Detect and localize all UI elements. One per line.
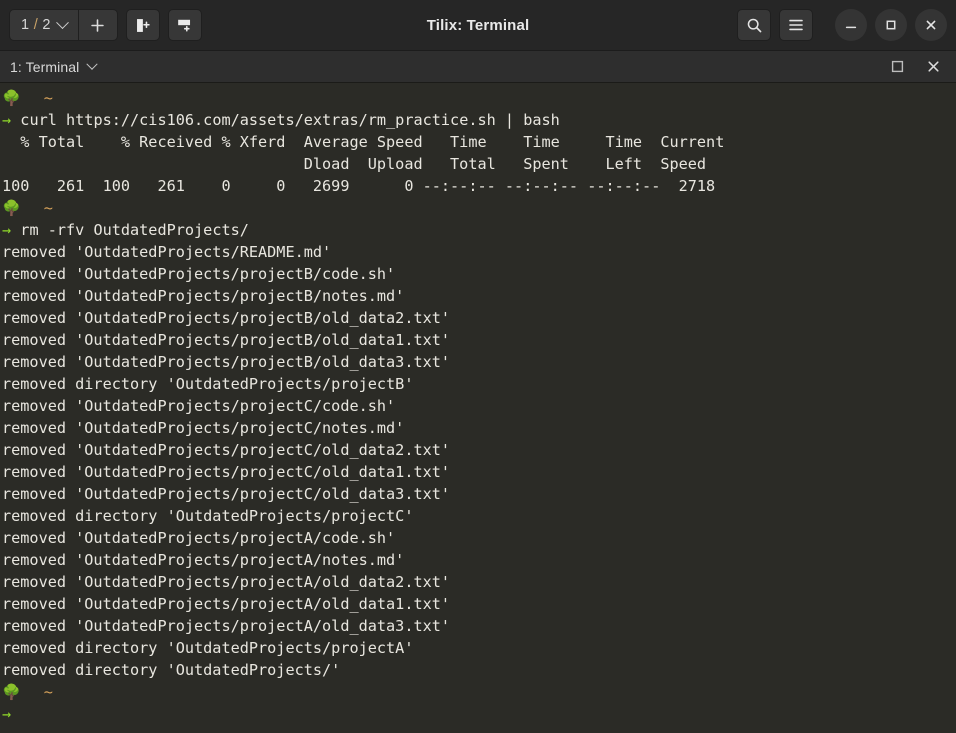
titlebar-right-controls: [737, 9, 947, 41]
maximize-icon: [886, 20, 896, 30]
output-line: removed 'OutdatedProjects/README.md': [2, 243, 332, 261]
prompt-arrow-icon: →: [2, 111, 21, 129]
command-line: →: [2, 703, 956, 725]
output-line: Dload Upload Total Spent Left Speed: [2, 155, 707, 173]
output-line: removed 'OutdatedProjects/projectA/code.…: [2, 529, 396, 547]
session-selector-button[interactable]: 1 / 2: [10, 10, 79, 40]
add-terminal-right-button[interactable]: [125, 9, 160, 41]
prompt-directory: ~: [43, 199, 53, 217]
hamburger-menu-icon: [789, 19, 803, 31]
output-line: removed directory 'OutdatedProjects/proj…: [2, 375, 414, 393]
search-icon: [747, 18, 761, 32]
output-line: % Total % Received % Xferd Average Speed…: [2, 133, 725, 151]
prompt-arrow-icon: →: [2, 705, 21, 723]
output-line: removed 'OutdatedProjects/projectC/notes…: [2, 419, 405, 437]
minimize-button[interactable]: [835, 9, 867, 41]
add-terminal-down-button[interactable]: [167, 9, 202, 41]
output-line: removed 'OutdatedProjects/projectB/old_d…: [2, 309, 451, 327]
chevron-down-icon: [55, 15, 69, 29]
output-line: removed directory 'OutdatedProjects/proj…: [2, 507, 414, 525]
tree-icon: 🌳: [2, 682, 21, 701]
plus-icon: [91, 18, 104, 32]
output-line: removed 'OutdatedProjects/projectB/notes…: [2, 287, 405, 305]
maximize-pane-button[interactable]: [888, 58, 906, 76]
close-icon: [926, 20, 936, 30]
prompt-header-line: 🌳 ~: [2, 681, 956, 703]
session-counter: 1 / 2: [21, 17, 51, 33]
terminal-pane-title: 1: Terminal: [10, 58, 80, 75]
output-line: removed directory 'OutdatedProjects/proj…: [2, 639, 414, 657]
output-line: removed 'OutdatedProjects/projectB/old_d…: [2, 353, 451, 371]
prompt-directory: ~: [43, 89, 53, 107]
tilix-window: 1 / 2 Tilix: Terminal 1: Terminal 🌳 ~ → …: [0, 0, 956, 733]
output-line: removed 'OutdatedProjects/projectA/old_d…: [2, 595, 451, 613]
window-titlebar: 1 / 2 Tilix: Terminal: [0, 0, 956, 51]
prompt-header-line: 🌳 ~: [2, 197, 956, 219]
minimize-icon: [845, 26, 857, 29]
terminal-pane-titlebar: 1: Terminal: [0, 51, 956, 83]
maximize-button[interactable]: [875, 9, 907, 41]
menu-button[interactable]: [779, 9, 813, 41]
split-right-icon: [137, 18, 150, 32]
command-line: → curl https://cis106.com/assets/extras/…: [2, 109, 956, 131]
prompt-header-line: 🌳 ~: [2, 87, 956, 109]
tree-icon: 🌳: [2, 88, 21, 107]
terminal-pane-menu-button[interactable]: [86, 58, 98, 70]
session-controls-group: 1 / 2: [9, 9, 118, 41]
pane-controls: [888, 58, 946, 76]
output-line: removed directory 'OutdatedProjects/': [2, 661, 341, 679]
output-line: 100 261 100 261 0 0 2699 0 --:--:-- --:-…: [2, 177, 716, 195]
output-line: removed 'OutdatedProjects/projectB/old_d…: [2, 331, 451, 349]
output-line: removed 'OutdatedProjects/projectC/old_d…: [2, 485, 451, 503]
page-title: Tilix: Terminal: [426, 16, 530, 34]
search-button[interactable]: [737, 9, 771, 41]
close-pane-icon: [927, 61, 939, 72]
output-line: removed 'OutdatedProjects/projectA/old_d…: [2, 617, 451, 635]
split-down-icon: [177, 19, 190, 32]
prompt-arrow-icon: →: [2, 221, 21, 239]
command-text: rm -rfv OutdatedProjects/: [20, 221, 249, 239]
titlebar-left-controls: 1 / 2: [9, 9, 202, 41]
close-pane-button[interactable]: [924, 58, 942, 76]
tree-icon: 🌳: [2, 198, 21, 217]
output-line: removed 'OutdatedProjects/projectC/old_d…: [2, 441, 451, 459]
output-line: removed 'OutdatedProjects/projectB/code.…: [2, 265, 396, 283]
output-line: removed 'OutdatedProjects/projectA/old_d…: [2, 573, 451, 591]
new-session-button[interactable]: [79, 10, 117, 40]
output-line: removed 'OutdatedProjects/projectC/old_d…: [2, 463, 451, 481]
maximize-pane-icon: [891, 60, 903, 73]
command-line: → rm -rfv OutdatedProjects/: [2, 219, 956, 241]
close-button[interactable]: [915, 9, 947, 41]
terminal-output[interactable]: 🌳 ~ → curl https://cis106.com/assets/extra…: [0, 83, 956, 733]
command-text: curl https://cis106.com/assets/extras/rm…: [20, 111, 560, 129]
output-line: removed 'OutdatedProjects/projectC/code.…: [2, 397, 396, 415]
output-line: removed 'OutdatedProjects/projectA/notes…: [2, 551, 405, 569]
prompt-directory: ~: [43, 683, 53, 701]
